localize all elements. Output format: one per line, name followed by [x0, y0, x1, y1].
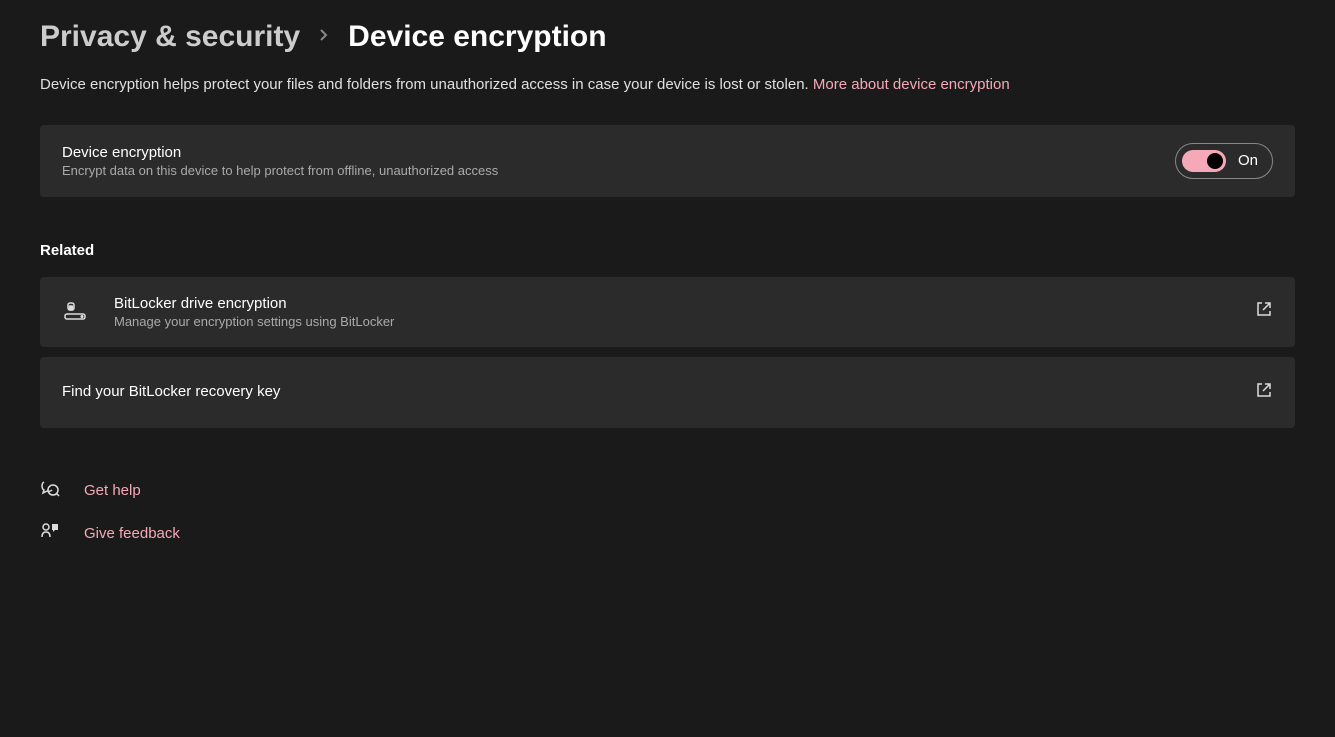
feedback-icon: [40, 521, 62, 546]
card-subtitle: Manage your encryption settings using Bi…: [114, 314, 394, 329]
external-link-icon: [1255, 381, 1273, 404]
give-feedback-link[interactable]: Give feedback: [40, 521, 1295, 546]
device-encryption-toggle[interactable]: On: [1175, 143, 1273, 179]
toggle-state-label: On: [1238, 152, 1258, 169]
page-description: Device encryption helps protect your fil…: [40, 74, 1295, 97]
get-help-label: Get help: [84, 482, 141, 499]
related-header: Related: [40, 242, 1295, 259]
page-title: Device encryption: [348, 20, 606, 54]
device-encryption-card: Device encryption Encrypt data on this d…: [40, 125, 1295, 197]
card-title: Device encryption: [62, 144, 498, 161]
chevron-right-icon: [318, 28, 330, 46]
more-about-link[interactable]: More about device encryption: [813, 76, 1010, 93]
give-feedback-label: Give feedback: [84, 525, 180, 542]
drive-lock-icon: [62, 302, 90, 322]
card-title: BitLocker drive encryption: [114, 295, 394, 312]
card-subtitle: Encrypt data on this device to help prot…: [62, 163, 498, 178]
breadcrumb: Privacy & security Device encryption: [40, 20, 1295, 54]
find-recovery-key-card[interactable]: Find your BitLocker recovery key: [40, 357, 1295, 428]
toggle-track: [1182, 150, 1226, 172]
breadcrumb-parent[interactable]: Privacy & security: [40, 20, 300, 54]
description-text: Device encryption helps protect your fil…: [40, 76, 809, 93]
card-title: Find your BitLocker recovery key: [62, 375, 280, 408]
external-link-icon: [1255, 300, 1273, 323]
help-icon: [40, 478, 62, 503]
get-help-link[interactable]: Get help: [40, 478, 1295, 503]
footer-links: Get help Give feedback: [40, 478, 1295, 546]
bitlocker-drive-encryption-card[interactable]: BitLocker drive encryption Manage your e…: [40, 277, 1295, 347]
toggle-knob: [1207, 153, 1223, 169]
